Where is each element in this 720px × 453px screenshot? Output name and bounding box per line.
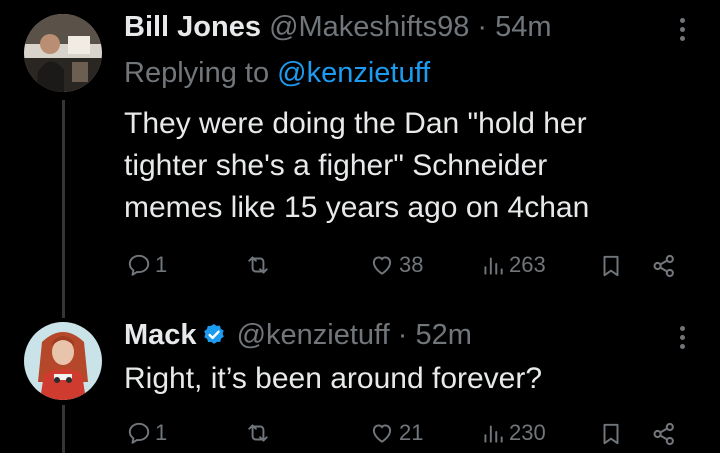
retweet-icon — [248, 424, 268, 442]
tweet-text: Right, it’s been around forever? — [124, 358, 542, 400]
avatar[interactable] — [24, 322, 102, 400]
tweet-text-line: tighter she's a figher" Schneider — [124, 149, 548, 182]
more-icon — [679, 18, 685, 23]
bookmark-button[interactable] — [598, 420, 624, 448]
avatar[interactable] — [24, 14, 102, 92]
reply-count: 1 — [155, 420, 168, 445]
more-options-button[interactable] — [678, 18, 686, 41]
replying-to-mention[interactable]: @kenzietuff — [277, 57, 430, 89]
bookmark-button[interactable] — [598, 252, 624, 280]
reply-count: 1 — [155, 252, 168, 277]
tweet-text: They were doing the Dan "hold her tighte… — [124, 103, 589, 229]
bookmark-icon — [603, 255, 619, 277]
views-button[interactable]: 230 — [480, 420, 546, 446]
share-button[interactable] — [650, 252, 678, 280]
share-icon — [653, 254, 674, 278]
replying-to-line: Replying to @kenzietuff — [124, 56, 430, 90]
reply-icon — [128, 254, 150, 276]
tweet-actions: 1 21 230 — [124, 418, 684, 452]
reply-button[interactable]: 1 — [126, 252, 167, 278]
share-icon — [653, 422, 674, 446]
user-handle[interactable]: @kenzietuff — [237, 319, 390, 351]
like-button[interactable]: 21 — [368, 420, 423, 446]
display-name[interactable]: Bill Jones — [124, 11, 261, 43]
separator-dot: · — [477, 11, 488, 43]
replying-to-label: Replying to — [124, 57, 278, 89]
retweet-button[interactable] — [244, 252, 275, 278]
timestamp[interactable]: 52m — [415, 319, 471, 351]
tweet-text-line: memes like 15 years ago on 4chan — [124, 191, 590, 224]
timestamp[interactable]: 54m — [495, 11, 551, 43]
views-icon — [484, 425, 503, 443]
views-icon — [484, 257, 503, 275]
tweet-header: Bill Jones @Makeshifts98 · 54m — [124, 10, 552, 44]
more-options-button[interactable] — [678, 326, 686, 349]
views-count: 230 — [509, 420, 546, 445]
reply-icon — [128, 422, 150, 444]
views-count: 263 — [509, 252, 546, 277]
avatar-photo-icon — [24, 14, 102, 92]
share-button[interactable] — [650, 420, 678, 448]
tweet-text-line: They were doing the Dan "hold her — [124, 107, 587, 140]
like-count: 38 — [399, 252, 424, 277]
separator-dot: · — [397, 319, 408, 351]
like-icon — [372, 256, 392, 275]
bookmark-icon — [603, 423, 619, 445]
display-name[interactable]: Mack — [124, 319, 197, 351]
user-handle[interactable]: @Makeshifts98 — [269, 11, 469, 43]
like-count: 21 — [399, 420, 424, 445]
tweet-header: Mack @kenzietuff · 52m — [124, 318, 472, 352]
tweet-text-line: Right, it’s been around forever? — [124, 362, 543, 395]
retweet-button[interactable] — [244, 420, 275, 446]
more-icon — [679, 326, 685, 331]
thread-connector-line — [62, 100, 65, 318]
like-button[interactable]: 38 — [368, 252, 423, 278]
avatar-photo-icon — [24, 322, 102, 400]
thread-connector-line-bottom — [62, 405, 65, 453]
reply-button[interactable]: 1 — [126, 420, 167, 446]
like-icon — [372, 424, 392, 443]
views-button[interactable]: 263 — [480, 252, 546, 278]
retweet-icon — [248, 256, 268, 274]
tweet-actions: 1 38 263 — [124, 250, 684, 284]
verified-icon[interactable] — [201, 322, 227, 348]
